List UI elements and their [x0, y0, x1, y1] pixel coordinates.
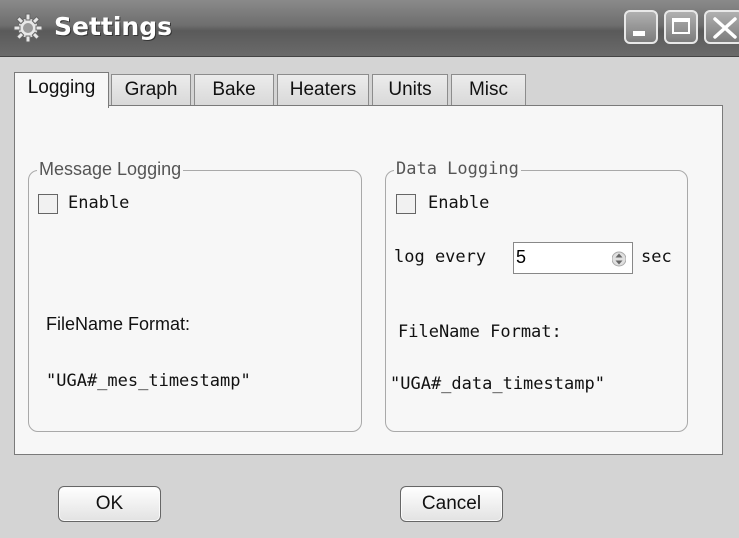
data-logging-enable-checkbox[interactable] — [396, 194, 416, 214]
tab-graph[interactable]: Graph — [111, 74, 191, 106]
title-bar[interactable]: Settings — [0, 0, 739, 57]
spin-arrows-icon[interactable] — [612, 249, 626, 269]
log-every-unit: sec — [641, 247, 672, 267]
tab-misc[interactable]: Misc — [451, 74, 526, 106]
tab-bake[interactable]: Bake — [194, 74, 274, 106]
close-icon — [713, 17, 737, 39]
data-logging-enable-label: Enable — [428, 193, 490, 213]
data-filename-format-value: "UGA#_data_timestamp" — [390, 374, 605, 394]
tab-units[interactable]: Units — [372, 74, 448, 106]
tab-heaters[interactable]: Heaters — [277, 74, 369, 106]
tab-logging[interactable]: Logging — [14, 72, 109, 108]
message-logging-legend: Message Logging — [37, 159, 184, 180]
message-filename-format-label: FileName Format: — [46, 314, 191, 334]
data-filename-format-label: FileName Format: — [398, 322, 562, 342]
message-filename-format-value: "UGA#_mes_timestamp" — [46, 371, 251, 391]
window-title: Settings — [54, 12, 173, 41]
close-button[interactable] — [704, 10, 739, 44]
maximize-button[interactable] — [664, 10, 698, 44]
log-every-label: log every — [394, 247, 487, 267]
log-every-spinbox[interactable] — [513, 242, 633, 274]
message-logging-enable-label: Enable — [68, 193, 130, 213]
gear-icon — [13, 13, 43, 43]
data-logging-legend: Data Logging — [394, 159, 521, 179]
message-logging-enable-checkbox[interactable] — [38, 194, 58, 214]
log-every-input[interactable] — [516, 245, 594, 269]
ok-button[interactable]: OK — [58, 486, 161, 522]
cancel-button[interactable]: Cancel — [400, 486, 503, 522]
minimize-button[interactable] — [624, 10, 658, 44]
